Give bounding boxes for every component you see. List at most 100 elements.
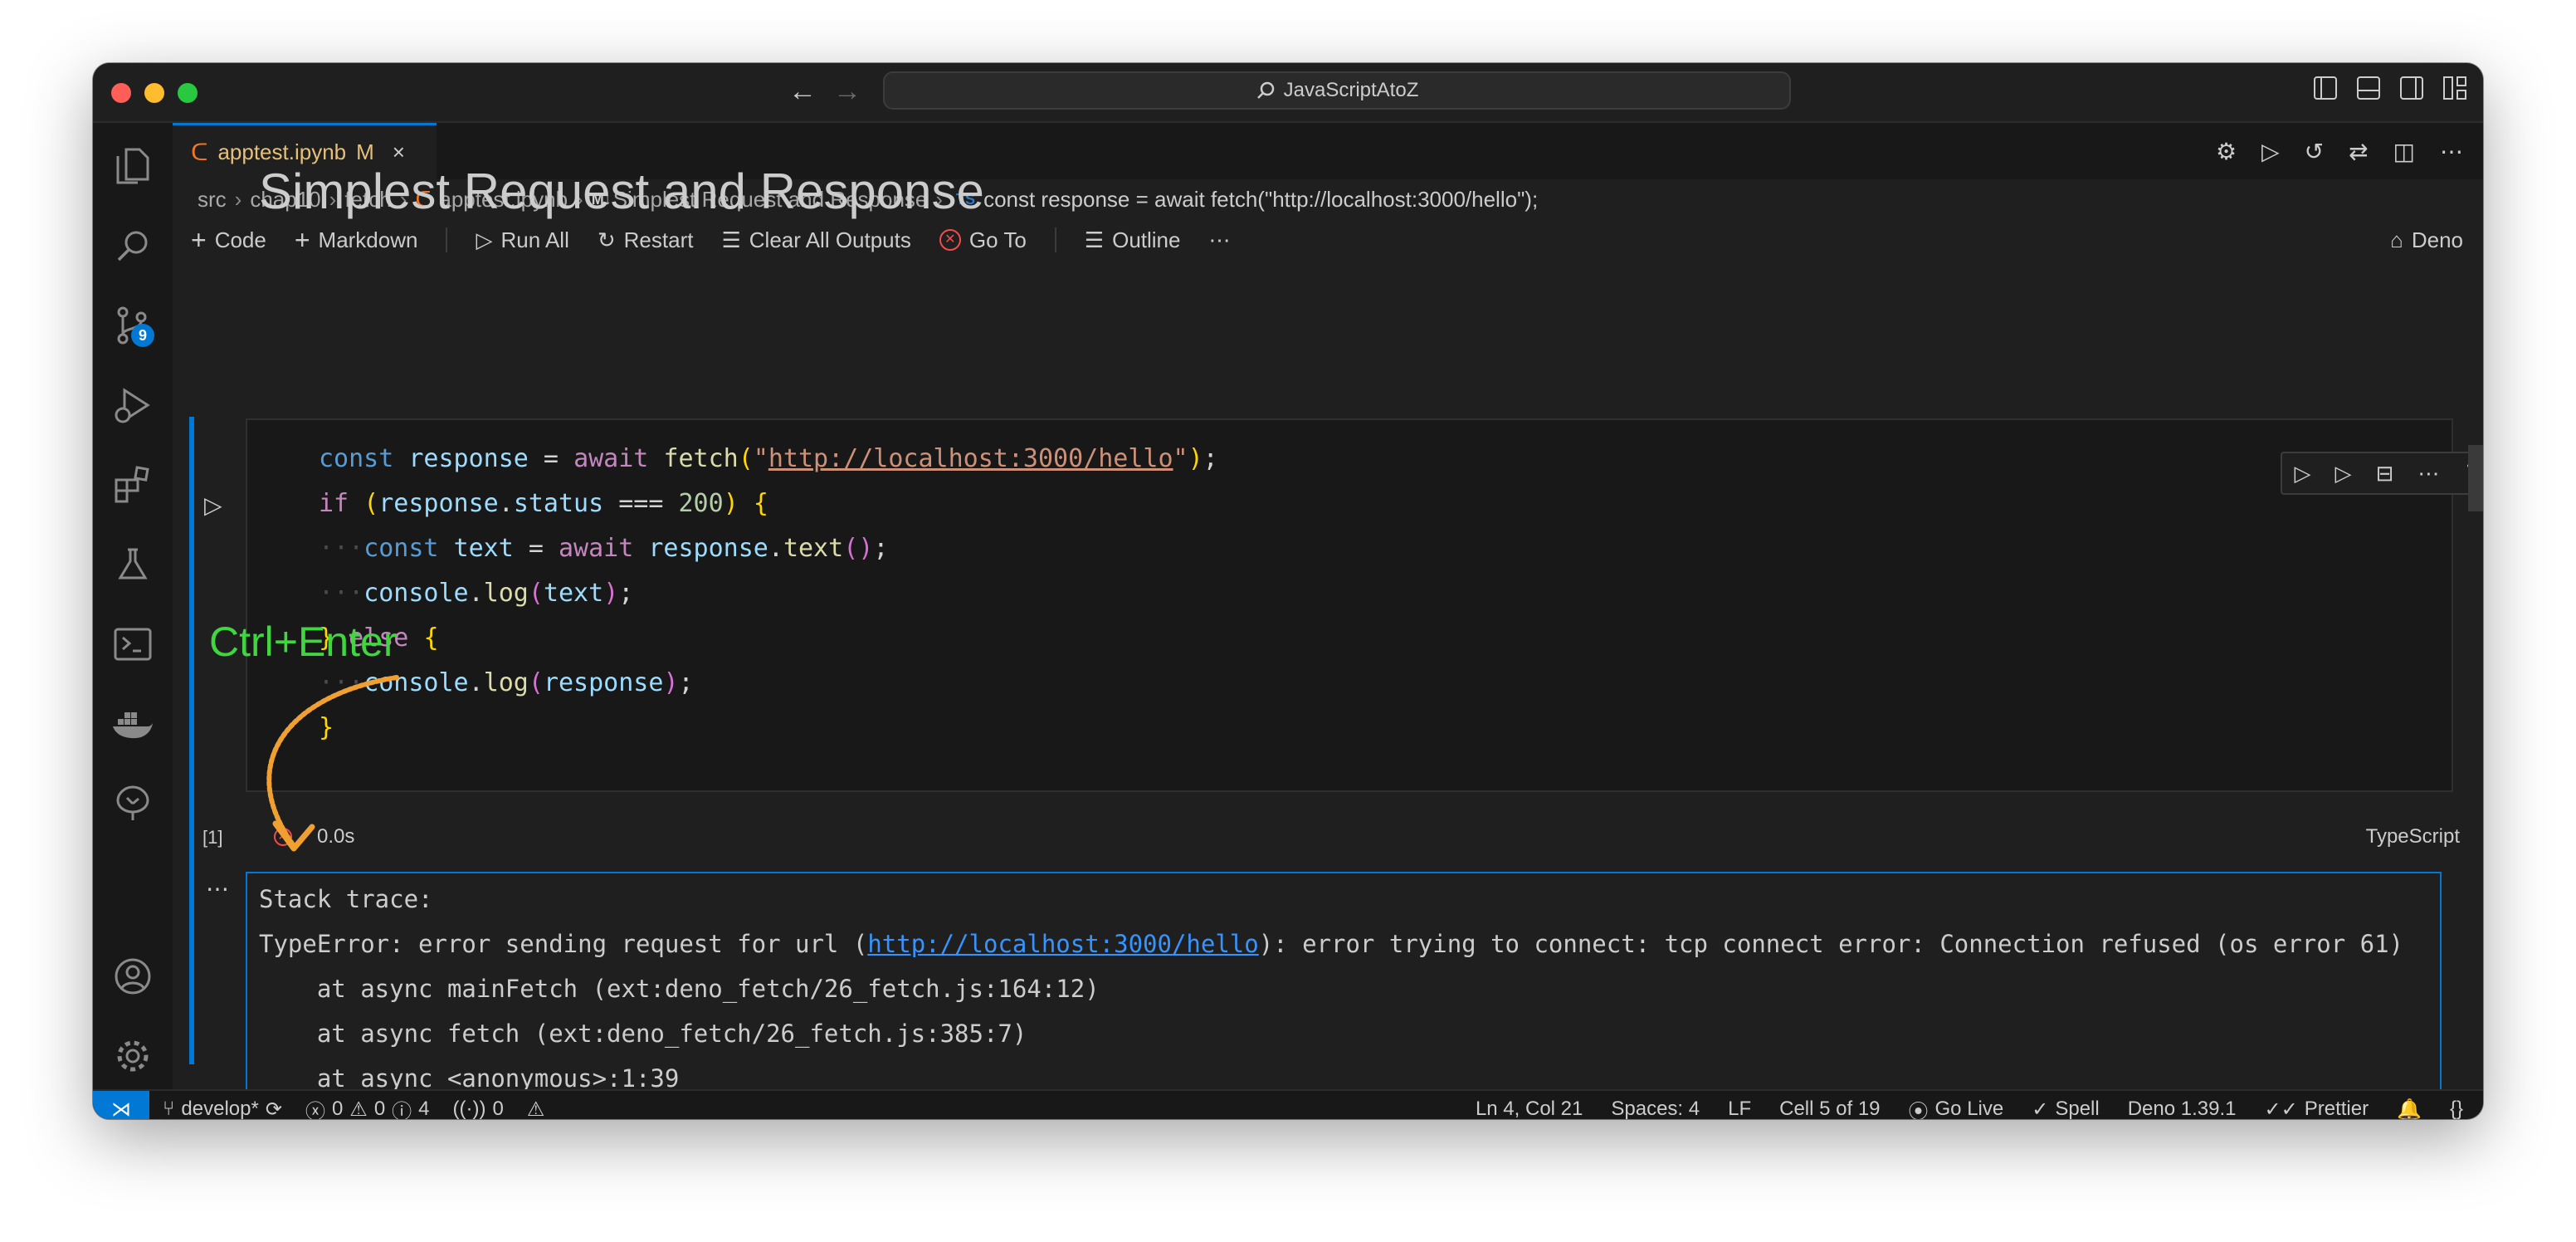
toggle-secondary-sidebar-icon[interactable] — [2400, 76, 2423, 100]
error-url-link[interactable]: http://localhost:3000/hello — [867, 930, 1258, 958]
alert-indicator[interactable]: ⚠ — [527, 1098, 545, 1120]
go-live-button[interactable]: ⦿ Go Live — [1908, 1095, 2004, 1120]
close-tab-icon[interactable]: × — [393, 139, 405, 165]
kernel-label: Deno — [2411, 227, 2463, 252]
kernel-picker[interactable]: ⌂ Deno — [2390, 227, 2463, 253]
breadcrumb-item[interactable]: src — [198, 187, 227, 213]
history-icon[interactable]: ↺ — [2305, 138, 2324, 165]
cursor-position[interactable]: Ln 4, Col 21 — [1476, 1098, 1583, 1119]
vscode-window: ← → JavaScriptAtoZ 9 ᑕ apptest.ipynb M ×… — [93, 63, 2483, 1119]
terminal-icon[interactable] — [110, 621, 156, 667]
divider — [446, 227, 448, 252]
extensions-icon[interactable] — [110, 462, 156, 508]
output-actions-icon[interactable]: ⋯ — [206, 875, 229, 902]
customize-layout-icon[interactable] — [2443, 76, 2466, 100]
code-editor[interactable]: const response = await fetch("http://loc… — [319, 437, 1218, 751]
plus-icon: + — [191, 224, 207, 255]
ports-indicator[interactable]: ((·)) 0 — [453, 1098, 504, 1119]
execute-cell-button[interactable]: ▷ — [204, 491, 222, 519]
go-live-label: Go Live — [1934, 1098, 2004, 1119]
list-icon: ☰ — [1084, 227, 1105, 252]
info-icon: ⓘ — [392, 1100, 412, 1120]
prettier-button[interactable]: ✓✓ Prettier — [2265, 1098, 2369, 1119]
more-actions-icon[interactable]: ⋯ — [2440, 138, 2463, 165]
run-below-icon[interactable]: ▷ — [2335, 461, 2352, 487]
check-icon: ✓ — [2032, 1098, 2049, 1120]
testing-icon[interactable] — [110, 541, 156, 588]
warning-triangle-icon: ⚠ — [526, 1098, 545, 1120]
toggle-primary-sidebar-icon[interactable] — [2314, 76, 2337, 100]
activity-bar: 9 — [93, 123, 173, 1089]
add-markdown-cell-button[interactable]: + Markdown — [295, 225, 418, 256]
run-debug-icon[interactable] — [110, 382, 156, 428]
deno-version[interactable]: Deno 1.39.1 — [2128, 1098, 2237, 1119]
clear-all-outputs-button[interactable]: ☰ Clear All Outputs — [721, 227, 910, 253]
go-to-button[interactable]: ✕ Go To — [939, 227, 1027, 253]
run-all-label: Run All — [500, 227, 569, 252]
braces-icon[interactable]: {} — [2450, 1098, 2463, 1119]
gear-icon[interactable]: ⚙ — [2216, 138, 2237, 165]
broadcast-icon: ((·)) — [452, 1098, 486, 1119]
notebook-toolbar: + Code + Markdown ▷ Run All ↻ Restart ☰ Clear… — [191, 219, 2473, 261]
warning-icon: ⚠ — [349, 1098, 368, 1120]
end-of-line[interactable]: LF — [1728, 1098, 1751, 1119]
spell-check-button[interactable]: ✓ Spell — [2032, 1098, 2099, 1120]
more-toolbar-button[interactable]: ⋯ — [1208, 227, 1230, 253]
forward-arrow-icon[interactable]: → — [833, 75, 861, 108]
output-line: at async <anonymous>:1:39 — [259, 1064, 680, 1093]
search-label: JavaScriptAtoZ — [1283, 79, 1419, 101]
plus-icon: + — [294, 224, 310, 255]
run-above-icon[interactable]: ▷ — [2295, 461, 2311, 487]
outline-button[interactable]: ☰ Outline — [1085, 227, 1181, 253]
annotation-arrow — [266, 675, 399, 852]
split-editor-icon[interactable]: ◫ — [2393, 138, 2415, 165]
notifications-bell-icon[interactable]: 🔔 — [2397, 1098, 2422, 1120]
status-bar-left: ⑂ develop* ⟳ ⓧ 0 ⚠ 0 ⓘ 4 ((·)) 0 ⚠ — [163, 1091, 544, 1119]
back-arrow-icon[interactable]: ← — [788, 75, 817, 108]
warnings-count: 0 — [373, 1098, 386, 1119]
output-text: Stack trace: TypeError: error sending re… — [259, 877, 2403, 1101]
problems-indicator[interactable]: ⓧ 0 ⚠ 0 ⓘ 4 — [305, 1095, 430, 1120]
annotation-label: Ctrl+Enter — [209, 619, 398, 665]
toggle-panel-icon[interactable] — [2357, 76, 2380, 100]
kernel-icon: ⌂ — [2390, 227, 2403, 252]
add-markdown-label: Markdown — [318, 227, 418, 252]
command-center-search[interactable]: JavaScriptAtoZ — [883, 71, 1791, 110]
sync-icon: ⟳ — [265, 1098, 282, 1120]
more-cell-actions-icon[interactable]: ⋯ — [2417, 461, 2439, 487]
git-branch-icon: ⑂ — [163, 1098, 175, 1119]
error-icon: ⓧ — [305, 1100, 325, 1120]
close-window-button[interactable] — [111, 83, 131, 103]
split-cell-icon[interactable]: ⊟ — [2376, 461, 2394, 487]
execution-count: [1] — [202, 827, 223, 848]
run-icon[interactable]: ▷ — [2261, 138, 2280, 165]
search-icon[interactable] — [110, 222, 156, 269]
broadcast-icon: ⦿ — [1908, 1100, 1929, 1120]
breadcrumb-item[interactable]: const response = await fetch("http://loc… — [983, 187, 1538, 213]
cell-language-picker[interactable]: TypeScript — [2366, 825, 2460, 848]
manage-gear-icon[interactable] — [110, 1033, 156, 1079]
remote-explorer-icon[interactable] — [110, 780, 156, 827]
branch-indicator[interactable]: ⑂ develop* ⟳ — [163, 1098, 282, 1120]
explorer-icon[interactable] — [110, 143, 156, 189]
add-code-cell-button[interactable]: + Code — [191, 225, 266, 256]
modified-indicator: M — [356, 139, 374, 164]
source-control-icon[interactable]: 9 — [110, 302, 156, 349]
source-control-badge: 9 — [131, 324, 154, 347]
cell-focus-indicator — [189, 417, 194, 1064]
vertical-scrollbar[interactable] — [2468, 445, 2483, 511]
restart-button[interactable]: ↻ Restart — [598, 227, 694, 253]
cell-indicator[interactable]: Cell 5 of 19 — [1779, 1098, 1880, 1119]
add-code-label: Code — [214, 227, 266, 252]
errors-count: 0 — [331, 1098, 344, 1119]
accounts-icon[interactable] — [110, 953, 156, 1000]
run-all-button[interactable]: ▷ Run All — [476, 227, 568, 253]
maximize-window-button[interactable] — [178, 83, 198, 103]
chevron-right-icon: › — [234, 186, 242, 212]
compare-changes-icon[interactable]: ⇄ — [2349, 138, 2368, 165]
docker-icon[interactable] — [110, 701, 156, 747]
remote-indicator-icon[interactable]: ⋊ — [93, 1091, 149, 1119]
error-prefix: TypeError: error sending request for url… — [259, 930, 868, 958]
indentation[interactable]: Spaces: 4 — [1611, 1098, 1700, 1119]
minimize-window-button[interactable] — [144, 83, 164, 103]
